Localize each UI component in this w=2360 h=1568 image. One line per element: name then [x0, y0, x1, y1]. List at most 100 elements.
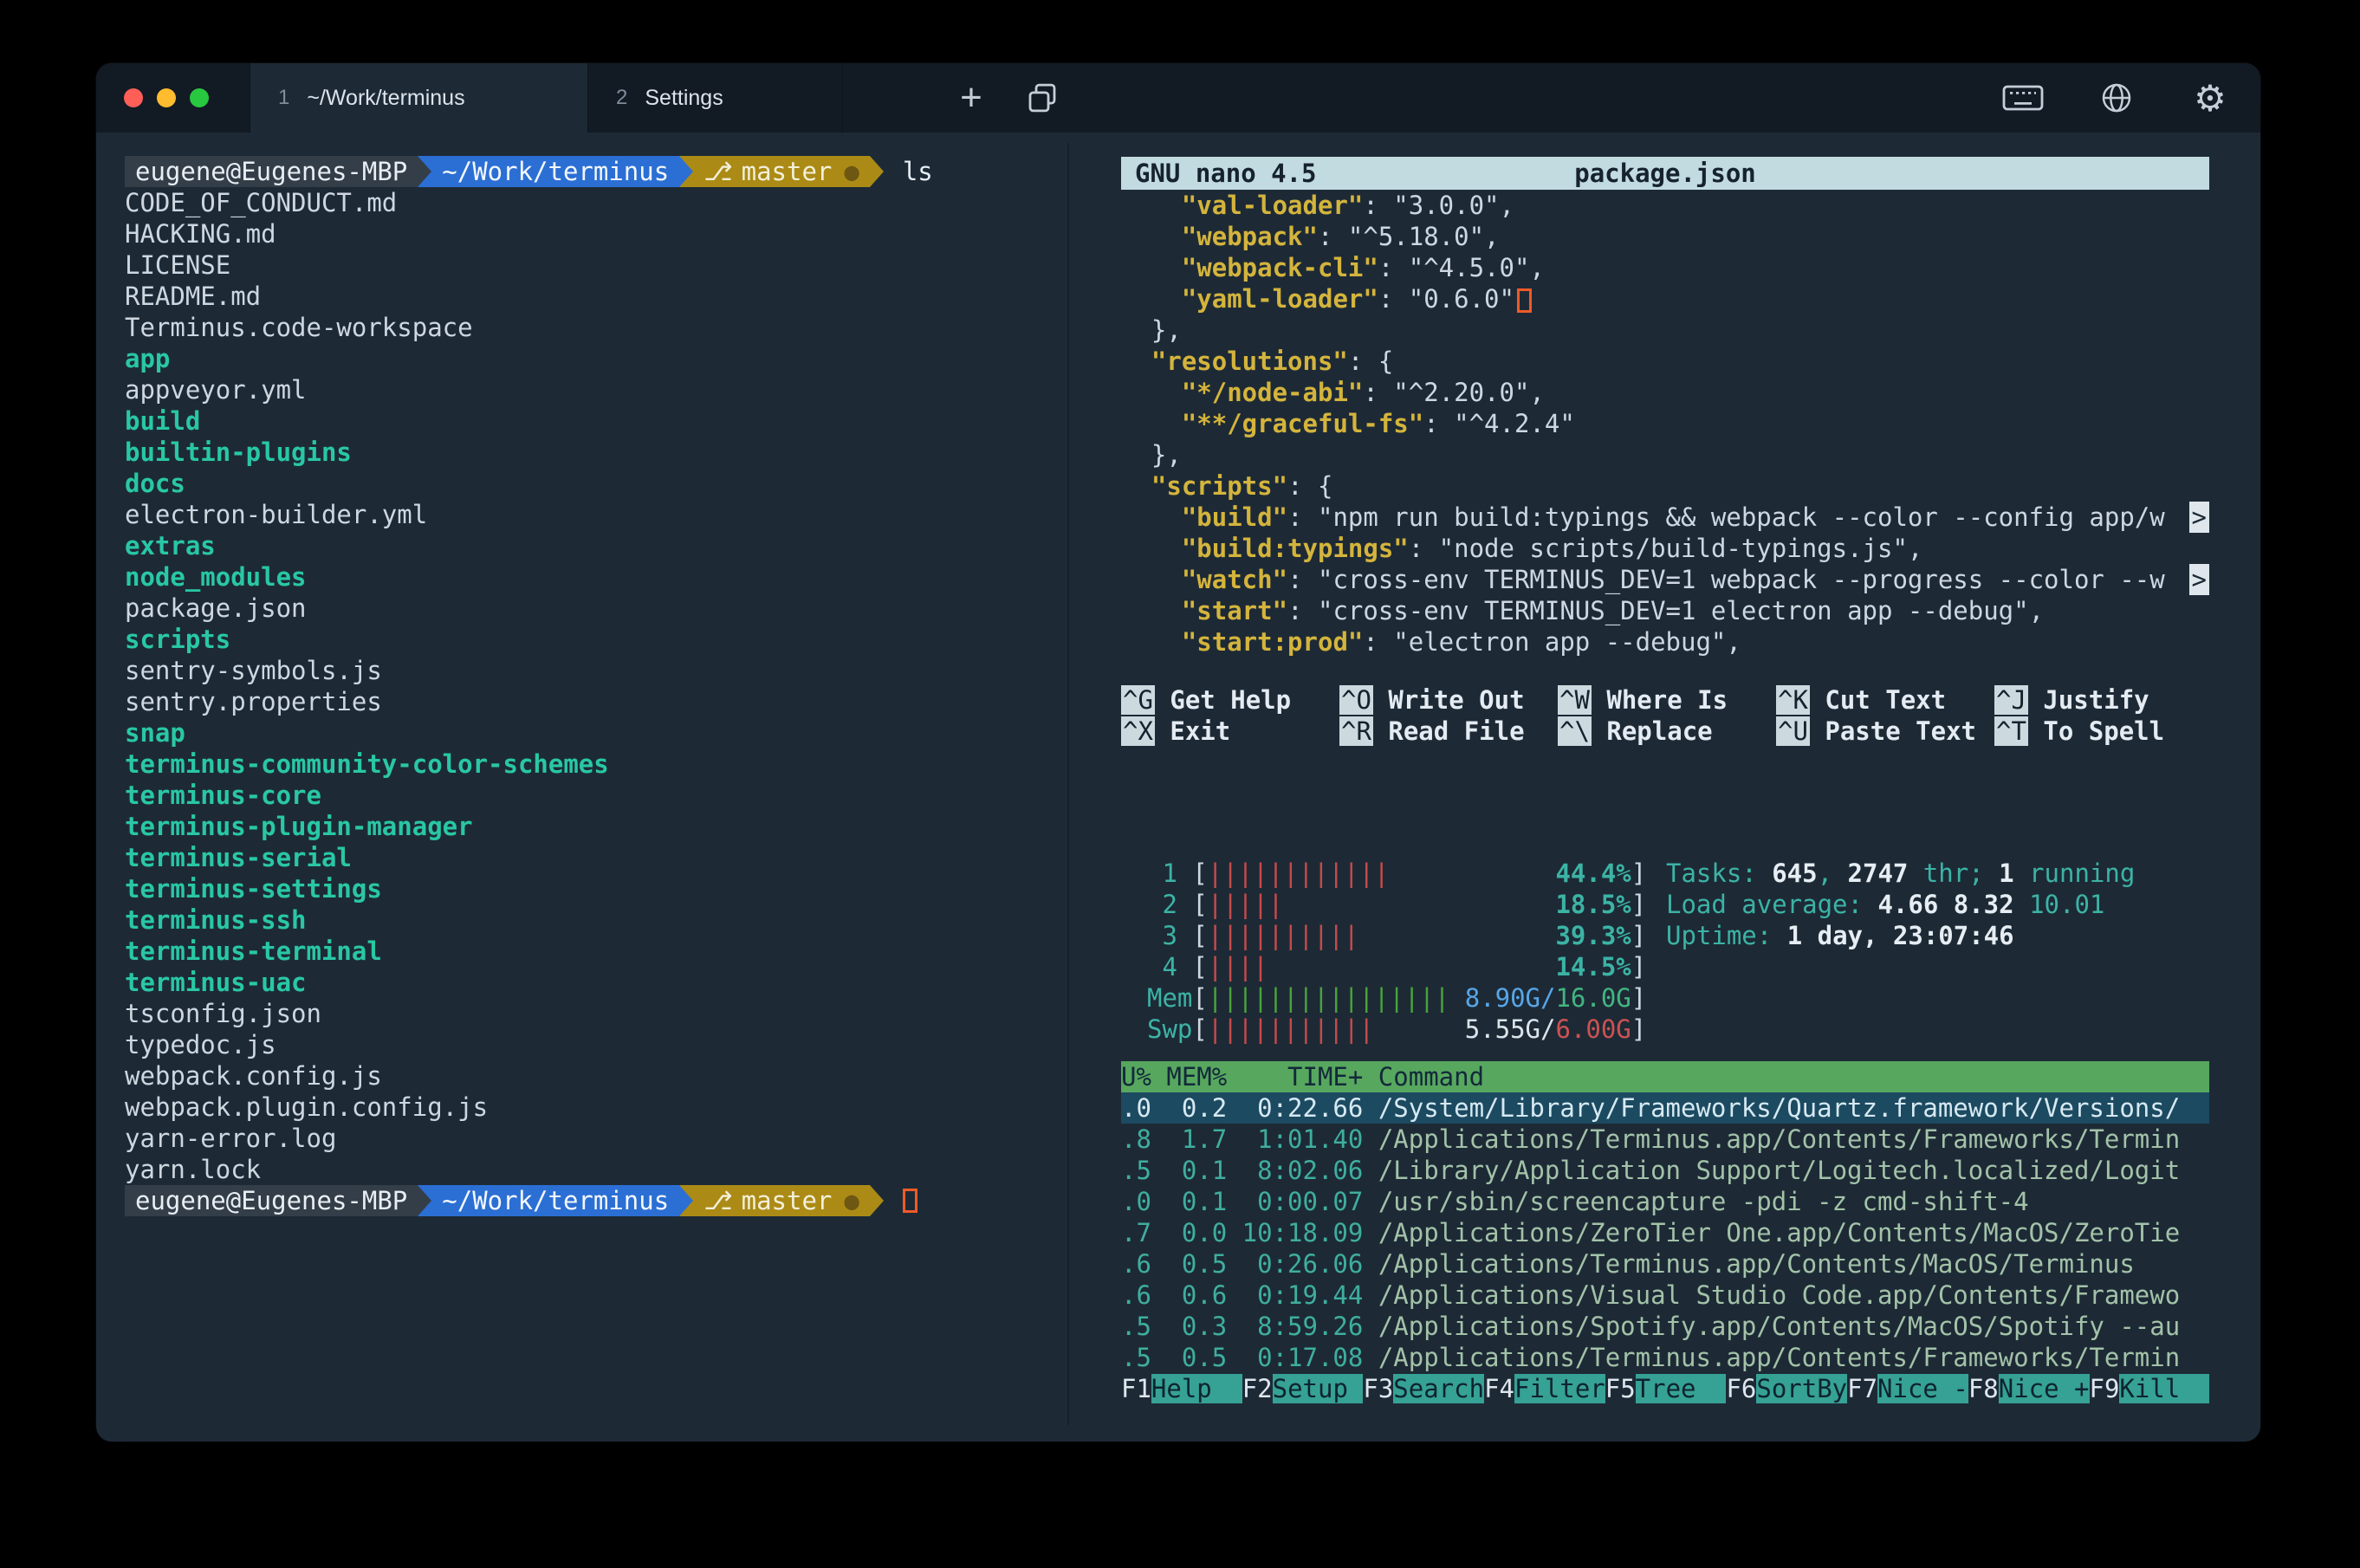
keyboard-icon	[2002, 84, 2044, 112]
file-entry: terminus-uac	[125, 967, 1065, 998]
htop-monitor: 1 [|||||||||||| 44.4%] 2 [||||| 18.5%] 3…	[1121, 858, 2209, 1404]
nano-cursor	[1517, 288, 1532, 313]
file-entry: app	[125, 343, 1065, 374]
htop-fkey[interactable]: F7Nice -	[1847, 1373, 1968, 1404]
shell-prompt: eugene@Eugenes-MBP ~/Work/terminus ⎇mast…	[125, 1185, 1065, 1216]
powerline-arrow	[679, 1185, 693, 1216]
process-row[interactable]: .7 0.0 10:18.09 /Applications/ZeroTier O…	[1121, 1217, 2209, 1248]
line-continuation-marker: >	[2189, 564, 2209, 595]
typed-command: ls	[903, 156, 933, 187]
nano-shortcut: ^O Write Out	[1339, 684, 1558, 716]
htop-meter: Swp[||||||||||| 5.55G/6.00G]	[1147, 1014, 1667, 1045]
globe-button[interactable]	[2092, 81, 2141, 115]
htop-fkey[interactable]: F2Setup	[1242, 1373, 1364, 1404]
file-entry: webpack.plugin.config.js	[125, 1092, 1065, 1123]
file-entry: terminus-plugin-manager	[125, 811, 1065, 842]
nano-code-line: "start": "cross-env TERMINUS_DEV=1 elect…	[1121, 595, 2209, 626]
file-entry: terminus-community-color-schemes	[125, 748, 1065, 780]
file-entry: docs	[125, 468, 1065, 499]
new-tab-button[interactable]: +	[947, 63, 995, 133]
htop-fkey[interactable]: F4Filter	[1484, 1373, 1605, 1404]
htop-meter: 1 [|||||||||||| 44.4%]	[1147, 858, 1667, 889]
zoom-button[interactable]	[190, 88, 209, 107]
powerline-arrow	[418, 1185, 431, 1216]
process-table: U% MEM% TIME+ Command.0 0.2 0:22.66 /Sys…	[1121, 1061, 2209, 1373]
split-tab-button[interactable]	[1018, 63, 1067, 133]
keyboard-shortcuts-button[interactable]	[1999, 84, 2047, 112]
nano-code-line: "build": "npm run build:typings && webpa…	[1121, 502, 2209, 533]
prompt-user-host: eugene@Eugenes-MBP	[125, 1185, 418, 1216]
powerline-arrow	[870, 156, 884, 187]
htop-fkey[interactable]: F1Help	[1121, 1373, 1242, 1404]
file-entry: tsconfig.json	[125, 998, 1065, 1029]
file-entry: electron-builder.yml	[125, 499, 1065, 530]
right-pane[interactable]: GNU nano 4.5 package.json "val-loader": …	[1121, 157, 2209, 1404]
htop-meter: 2 [||||| 18.5%]	[1147, 889, 1667, 920]
process-row[interactable]: .6 0.6 0:19.44 /Applications/Visual Stud…	[1121, 1280, 2209, 1311]
file-entry: terminus-settings	[125, 873, 1065, 904]
file-entry: terminus-serial	[125, 842, 1065, 873]
nano-code-line: "start:prod": "electron app --debug",	[1121, 626, 2209, 658]
process-row[interactable]: .5 0.1 8:02.06 /Library/Application Supp…	[1121, 1155, 2209, 1186]
process-row[interactable]: .5 0.3 8:59.26 /Applications/Spotify.app…	[1121, 1311, 2209, 1342]
process-row[interactable]: .6 0.5 0:26.06 /Applications/Terminus.ap…	[1121, 1248, 2209, 1280]
nano-code-line: "webpack": "^5.18.0",	[1121, 221, 2209, 252]
file-entry: extras	[125, 530, 1065, 561]
powerline-arrow	[418, 156, 431, 187]
htop-fkey[interactable]: F8Nice +	[1968, 1373, 2090, 1404]
settings-gear-button[interactable]: ⚙	[2186, 77, 2234, 120]
file-entry: package.json	[125, 593, 1065, 624]
load-average-line: Load average: 4.66 8.32 10.01	[1666, 889, 2135, 920]
powerline-arrow	[870, 1185, 884, 1216]
uptime-line: Uptime: 1 day, 23:07:46	[1666, 920, 2135, 951]
nano-shortcut: ^X Exit	[1121, 716, 1339, 747]
nano-shortcut: ^T To Spell	[1994, 716, 2209, 747]
file-entry: README.md	[125, 281, 1065, 312]
tab-index: 2	[616, 86, 627, 110]
prompt-user-host: eugene@Eugenes-MBP	[125, 156, 418, 187]
process-row[interactable]: .8 1.7 1:01.40 /Applications/Terminus.ap…	[1121, 1124, 2209, 1155]
nano-editor: GNU nano 4.5 package.json "val-loader": …	[1121, 157, 2209, 747]
file-entry: sentry-symbols.js	[125, 655, 1065, 686]
tab-title: Settings	[645, 86, 723, 111]
htop-fkey[interactable]: F5Tree	[1605, 1373, 1727, 1404]
file-entry: node_modules	[125, 561, 1065, 593]
file-entry: LICENSE	[125, 249, 1065, 281]
close-button[interactable]	[124, 88, 143, 107]
nano-shortcut-bar: ^G Get Help^O Write Out^W Where Is^K Cut…	[1121, 684, 2209, 747]
htop-fkey[interactable]: F3Search	[1363, 1373, 1484, 1404]
tab-settings[interactable]: 2 Settings	[588, 63, 843, 133]
file-entry: snap	[125, 717, 1065, 748]
htop-meter: 4 [|||| 14.5%]	[1147, 951, 1667, 982]
file-entry: HACKING.md	[125, 218, 1065, 249]
tasks-line: Tasks: 645, 2747 thr; 1 running	[1666, 858, 2135, 889]
git-branch-name: master	[742, 157, 833, 186]
nano-code-line: "val-loader": "3.0.0",	[1121, 190, 2209, 221]
process-table-header[interactable]: U% MEM% TIME+ Command	[1121, 1061, 2209, 1092]
globe-icon	[2099, 81, 2134, 115]
nano-title-bar: GNU nano 4.5 package.json	[1121, 157, 2209, 190]
terminal-pane[interactable]: eugene@Eugenes-MBP ~/Work/terminus ⎇ mast…	[125, 156, 1065, 1216]
file-entry: terminus-core	[125, 780, 1065, 811]
nano-code-line: "yaml-loader": "0.6.0"	[1121, 283, 2209, 314]
prompt-cwd: ~/Work/terminus	[431, 1185, 679, 1216]
split-panes-icon	[1024, 80, 1060, 116]
nano-buffer: "val-loader": "3.0.0", "webpack": "^5.18…	[1121, 190, 2209, 658]
process-row[interactable]: .0 0.2 0:22.66 /System/Library/Framework…	[1121, 1092, 2209, 1124]
line-continuation-marker: >	[2189, 502, 2209, 533]
nano-shortcut: ^K Cut Text	[1776, 684, 1994, 716]
nano-shortcut: ^J Justify	[1994, 684, 2209, 716]
git-branch-icon: ⎇	[703, 157, 732, 186]
htop-fkey[interactable]: F6SortBy	[1726, 1373, 1847, 1404]
nano-code-line: },	[1121, 439, 2209, 470]
pane-divider[interactable]	[1067, 143, 1069, 1425]
tab-terminal[interactable]: 1 ~/Work/terminus	[250, 63, 588, 133]
prompt-cwd: ~/Work/terminus	[431, 156, 679, 187]
terminus-window: 1 ~/Work/terminus 2 Settings +	[96, 63, 2260, 1442]
minimize-button[interactable]	[157, 88, 176, 107]
process-row[interactable]: .0 0.1 0:00.07 /usr/sbin/screencapture -…	[1121, 1186, 2209, 1217]
process-row[interactable]: .5 0.5 0:17.08 /Applications/Terminus.ap…	[1121, 1342, 2209, 1373]
htop-fkey[interactable]: F9Kill	[2090, 1373, 2210, 1404]
nano-code-line: "watch": "cross-env TERMINUS_DEV=1 webpa…	[1121, 564, 2209, 595]
nano-code-line: "scripts": {	[1121, 470, 2209, 502]
